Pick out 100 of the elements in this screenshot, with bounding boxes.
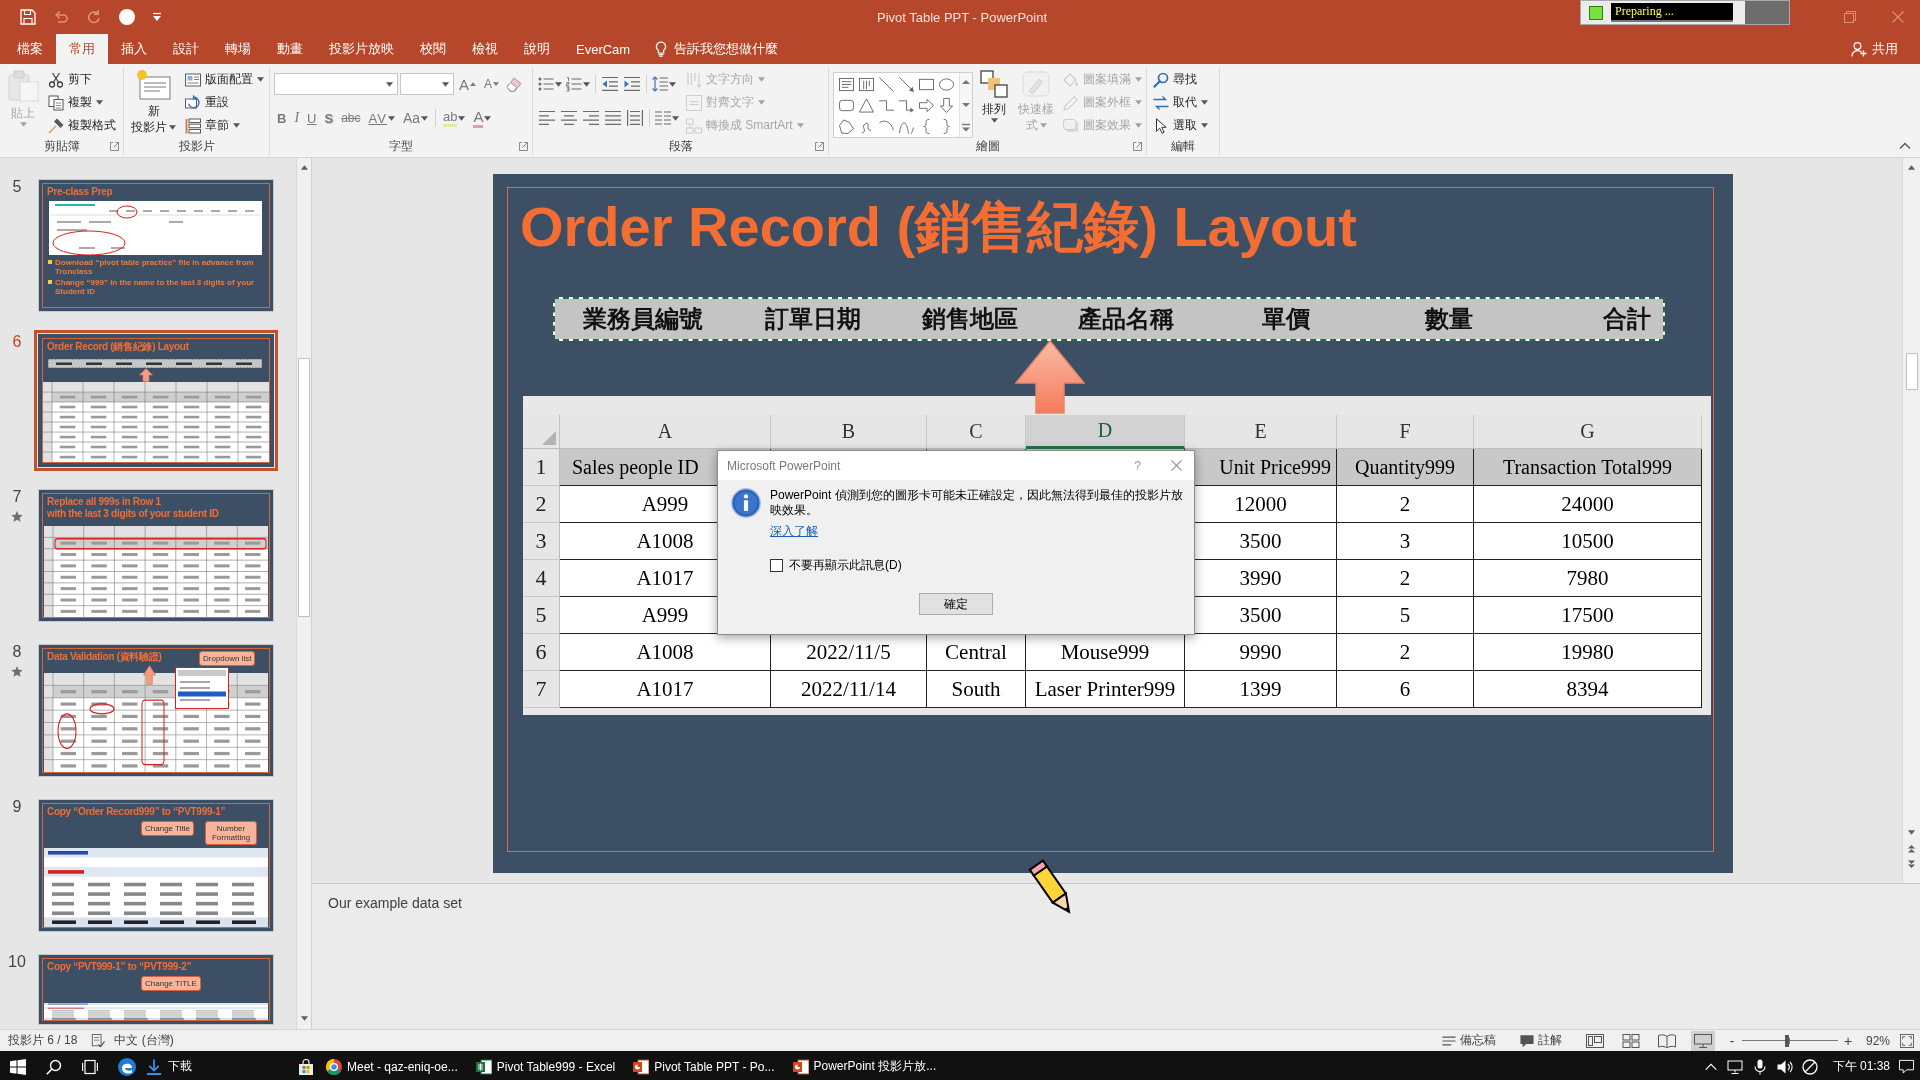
taskbar-app[interactable]: Pivot Table999 - Excel: [469, 1051, 622, 1080]
grow-font-button[interactable]: A: [456, 73, 479, 95]
save-icon[interactable]: [20, 9, 36, 25]
arrange-button[interactable]: 排列: [977, 68, 1011, 126]
taskbar-app[interactable]: PowerPoint 投影片放...: [786, 1051, 943, 1080]
next-slide-icon[interactable]: [1907, 860, 1916, 869]
font-name-field[interactable]: [274, 73, 398, 95]
ribbon-tab[interactable]: 轉場: [212, 34, 264, 64]
decrease-indent-icon[interactable]: [602, 76, 618, 92]
clock[interactable]: 下午 01:38: [1832, 1058, 1890, 1075]
cut-button[interactable]: 剪下: [46, 68, 118, 91]
font-color-button[interactable]: A: [470, 107, 495, 129]
underline-button[interactable]: U: [304, 107, 320, 129]
ribbon-tab[interactable]: 動畫: [264, 34, 316, 64]
ribbon-tab[interactable]: 檢視: [459, 34, 511, 64]
slide-thumbnail[interactable]: Order Record (銷售紀錄) Layout: [34, 330, 278, 471]
customize-menu-icon[interactable]: [152, 12, 162, 22]
elbow-connector-shape-icon[interactable]: [879, 98, 894, 113]
dialog-launcher-icon[interactable]: [519, 141, 528, 151]
scroll-up-icon[interactable]: [1907, 163, 1916, 172]
scrollbar-thumb[interactable]: [298, 358, 310, 617]
scrollbar-thumb[interactable]: [1905, 353, 1918, 390]
curve-shape-icon[interactable]: [899, 119, 914, 134]
increase-indent-icon[interactable]: [624, 76, 640, 92]
ribbon-tab[interactable]: EverCam: [563, 34, 644, 64]
shopping-bag-icon[interactable]: [298, 1058, 314, 1075]
reset-button[interactable]: 重設: [183, 91, 266, 114]
checkbox-label[interactable]: 不要再顯示此訊息(D): [789, 557, 902, 574]
down-arrow-shape-icon[interactable]: [939, 98, 954, 113]
scroll-down-icon[interactable]: [299, 1014, 309, 1023]
checkbox[interactable]: [770, 559, 783, 572]
right-arrow-shape-icon[interactable]: [919, 98, 934, 113]
spell-check-icon[interactable]: [91, 1033, 106, 1048]
character-spacing-button[interactable]: AV: [365, 107, 398, 129]
ribbon-tab[interactable]: 校閱: [407, 34, 459, 64]
text-box-shape-icon[interactable]: [839, 77, 854, 92]
previous-slide-icon[interactable]: [1907, 844, 1916, 853]
rectangle-shape-icon[interactable]: [919, 77, 934, 92]
gallery-down-icon[interactable]: [961, 100, 971, 110]
ok-button[interactable]: 確定: [919, 593, 993, 615]
language-indicator[interactable]: 中文 (台灣): [114, 1032, 174, 1049]
normal-view-icon[interactable]: [1585, 1033, 1604, 1048]
ribbon-tab[interactable]: 檔案: [4, 34, 56, 64]
shadow-button[interactable]: S: [321, 107, 337, 129]
slide-sorter-icon[interactable]: [1621, 1033, 1640, 1048]
slideshow-view-icon[interactable]: [1693, 1033, 1712, 1048]
vertical-text-box-shape-icon[interactable]: [859, 77, 874, 92]
dialog-launcher-icon[interactable]: [110, 141, 119, 151]
copy-button[interactable]: 複製: [46, 91, 118, 114]
replace-button[interactable]: 取代: [1151, 91, 1210, 114]
shrink-font-button[interactable]: A: [481, 73, 503, 95]
notes-button[interactable]: 備忘稿: [1441, 1032, 1496, 1049]
clear-formatting-icon[interactable]: [506, 76, 523, 92]
reading-view-icon[interactable]: [1657, 1033, 1676, 1048]
notes-field[interactable]: Our example data set: [312, 883, 1920, 1029]
taskbar-app[interactable]: Meet - qaz-eniq-oe...: [320, 1051, 464, 1080]
align-center-icon[interactable]: [561, 110, 577, 126]
scroll-down-icon[interactable]: [1907, 828, 1916, 837]
line-shape-icon[interactable]: [879, 77, 894, 92]
zoom-slider-thumb[interactable]: [1785, 1034, 1790, 1047]
zoom-percent[interactable]: 92%: [1865, 1033, 1890, 1048]
close-icon[interactable]: [1171, 460, 1182, 471]
elbow-arrow-shape-icon[interactable]: [899, 98, 914, 113]
oval-shape-icon[interactable]: [939, 77, 954, 92]
shapes-gallery[interactable]: [833, 72, 973, 138]
italic-button[interactable]: I: [291, 107, 303, 129]
justify-icon[interactable]: [605, 110, 621, 126]
arrow-line-shape-icon[interactable]: [899, 77, 914, 92]
taskbar-app[interactable]: Pivot Table PPT - Po...: [627, 1051, 781, 1080]
layout-button[interactable]: 版面配置: [183, 68, 266, 91]
select-button[interactable]: 選取: [1151, 114, 1210, 137]
dialog-launcher-icon[interactable]: [815, 141, 824, 151]
comments-button[interactable]: 註解: [1519, 1032, 1562, 1049]
font-size-field[interactable]: [400, 73, 454, 95]
monitor-icon[interactable]: [1726, 1058, 1743, 1075]
ribbon-tab[interactable]: 常用: [56, 34, 108, 64]
ribbon-tab[interactable]: 設計: [160, 34, 212, 64]
section-button[interactable]: 章節: [183, 114, 266, 137]
change-case-button[interactable]: Aa: [399, 107, 431, 129]
distributed-icon[interactable]: [627, 110, 643, 126]
highlight-button[interactable]: ab: [440, 107, 469, 129]
gallery-up-icon[interactable]: [961, 77, 971, 87]
zoom-out-button[interactable]: -: [1725, 1032, 1738, 1049]
format-painter-button[interactable]: 複製格式: [46, 114, 118, 137]
speaker-icon[interactable]: [1776, 1058, 1793, 1075]
dialog-launcher-icon[interactable]: [1133, 142, 1142, 151]
ribbon-tab[interactable]: 投影片放映: [316, 34, 407, 64]
ribbon-tab[interactable]: 說明: [511, 34, 563, 64]
learn-more-link[interactable]: 深入了解: [770, 523, 818, 540]
tell-me-search[interactable]: 告訴我您想做什麼: [653, 34, 779, 64]
find-button[interactable]: 尋找: [1151, 68, 1210, 91]
fit-to-window-icon[interactable]: [1900, 1033, 1914, 1048]
downloads-button[interactable]: 下載: [146, 1058, 192, 1075]
scroll-up-icon[interactable]: [299, 163, 309, 172]
strikethrough-button[interactable]: abc: [338, 107, 364, 129]
help-button[interactable]: ?: [1134, 458, 1141, 473]
notification-icon[interactable]: [1899, 1059, 1914, 1074]
new-slide-button[interactable]: 新 投影片: [128, 68, 179, 137]
align-left-icon[interactable]: [539, 110, 555, 126]
start-icon[interactable]: [10, 1058, 26, 1075]
